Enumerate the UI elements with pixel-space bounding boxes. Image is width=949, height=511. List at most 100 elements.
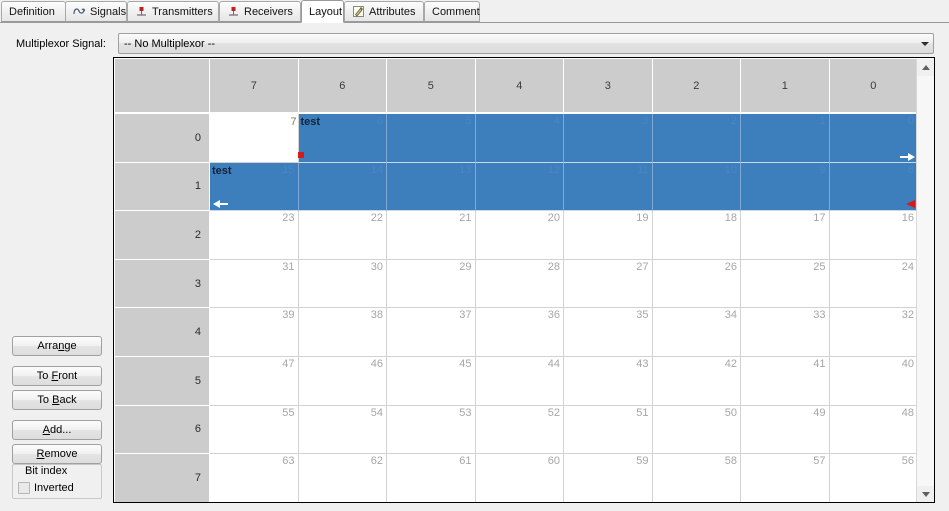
- grid-cell[interactable]: 26: [652, 259, 741, 309]
- grid-cell[interactable]: 61: [387, 454, 476, 502]
- grid-cell[interactable]: 33: [741, 308, 830, 357]
- signal-name-label[interactable]: test: [212, 165, 232, 177]
- grid-cell[interactable]: 44: [475, 357, 564, 406]
- grid-cell[interactable]: 28: [475, 259, 564, 309]
- layout-grid[interactable]: 7 6 5 4 3 2 1 0 0 6 5 4 3 2 1 0 1 15 14 13 12 11 10 9 8 2 23 22 21 20…: [113, 57, 935, 503]
- grid-row-header-4[interactable]: 4: [115, 308, 210, 357]
- grid-cell[interactable]: 11: [564, 162, 653, 212]
- grid-cell[interactable]: 39: [210, 308, 299, 357]
- to-back-button[interactable]: To Back: [12, 390, 102, 410]
- grid-cell[interactable]: 34: [652, 308, 741, 357]
- grid-column-header-2[interactable]: 2: [652, 59, 741, 113]
- grid-cell[interactable]: [210, 114, 299, 163]
- grid-cell[interactable]: 5: [387, 114, 476, 163]
- grid-cell[interactable]: 53: [387, 405, 476, 455]
- grid-column-header-0[interactable]: 0: [829, 59, 918, 113]
- grid-cell[interactable]: 58: [652, 454, 741, 502]
- grid-row-header-2[interactable]: 2: [115, 211, 210, 260]
- grid-vertical-scrollbar[interactable]: [916, 59, 934, 502]
- grid-cell[interactable]: 32: [829, 308, 918, 357]
- grid-cell[interactable]: 13: [387, 162, 476, 212]
- grid-cell[interactable]: 41: [741, 357, 830, 406]
- grid-column-header-4[interactable]: 4: [475, 59, 564, 113]
- signal-name-label[interactable]: test: [301, 117, 321, 128]
- grid-cell[interactable]: 36: [475, 308, 564, 357]
- tab-signals[interactable]: Signals: [65, 1, 127, 22]
- grid-column-header-6[interactable]: 6: [298, 59, 387, 113]
- grid-cell[interactable]: 54: [298, 405, 387, 455]
- grid-cell[interactable]: 47: [210, 357, 299, 406]
- grid-cell[interactable]: 16: [829, 211, 918, 260]
- grid-cell[interactable]: 9: [741, 162, 830, 212]
- scroll-down-arrow-icon[interactable]: [917, 486, 934, 502]
- grid-cell[interactable]: 51: [564, 405, 653, 455]
- signal-end-marker-red-arrow[interactable]: [906, 200, 915, 209]
- grid-cell[interactable]: 1: [741, 114, 830, 163]
- tab-receivers[interactable]: Receivers: [219, 1, 301, 22]
- grid-cell[interactable]: 4: [475, 114, 564, 163]
- grid-cell[interactable]: 19: [564, 211, 653, 260]
- tab-layout[interactable]: Layout: [301, 0, 344, 23]
- grid-cell[interactable]: 49: [741, 405, 830, 455]
- grid-cell[interactable]: 21: [387, 211, 476, 260]
- grid-cell[interactable]: 37: [387, 308, 476, 357]
- grid-cell[interactable]: 63: [210, 454, 299, 502]
- grid-cell[interactable]: 14: [298, 162, 387, 212]
- grid-cell[interactable]: 12: [475, 162, 564, 212]
- grid-cell[interactable]: 43: [564, 357, 653, 406]
- grid-cell[interactable]: 18: [652, 211, 741, 260]
- scroll-up-arrow-icon[interactable]: [917, 59, 934, 76]
- grid-cell[interactable]: 17: [741, 211, 830, 260]
- grid-cell[interactable]: 22: [298, 211, 387, 260]
- grid-cell[interactable]: 20: [475, 211, 564, 260]
- signal-start-marker-red-square[interactable]: [297, 152, 304, 158]
- grid-cell[interactable]: 10: [652, 162, 741, 212]
- grid-cell[interactable]: 27: [564, 259, 653, 309]
- arrange-button[interactable]: Arrange: [12, 336, 102, 356]
- chevron-down-icon[interactable]: [916, 34, 933, 53]
- scrollbar-track[interactable]: [917, 76, 934, 486]
- grid-row-header-3[interactable]: 3: [115, 259, 210, 309]
- tab-transmitters[interactable]: Transmitters: [127, 1, 219, 22]
- grid-row-header-5[interactable]: 5: [115, 357, 210, 406]
- grid-cell[interactable]: 25: [741, 259, 830, 309]
- checkbox-icon[interactable]: [18, 482, 30, 494]
- grid-cell[interactable]: 56: [829, 454, 918, 502]
- grid-cell[interactable]: 45: [387, 357, 476, 406]
- remove-button[interactable]: Remove: [12, 444, 102, 464]
- grid-row-header-0[interactable]: 0: [115, 114, 210, 163]
- grid-cell[interactable]: 24: [829, 259, 918, 309]
- tab-attributes[interactable]: Attributes: [344, 1, 424, 22]
- grid-row-header-7[interactable]: 7: [115, 454, 210, 502]
- grid-cell[interactable]: 35: [564, 308, 653, 357]
- tab-definition[interactable]: Definition: [1, 1, 66, 22]
- add-button[interactable]: Add...: [12, 420, 102, 440]
- grid-cell[interactable]: 38: [298, 308, 387, 357]
- grid-cell[interactable]: 2: [652, 114, 741, 163]
- tab-comment[interactable]: Comment: [424, 1, 480, 22]
- grid-cell[interactable]: 8: [829, 162, 918, 212]
- grid-cell[interactable]: 52: [475, 405, 564, 455]
- grid-cell[interactable]: 42: [652, 357, 741, 406]
- grid-cell[interactable]: 60: [475, 454, 564, 502]
- grid-cell[interactable]: 40: [829, 357, 918, 406]
- grid-row-header-1[interactable]: 1: [115, 162, 210, 212]
- grid-cell[interactable]: 59: [564, 454, 653, 502]
- grid-column-header-3[interactable]: 3: [564, 59, 653, 113]
- grid-cell[interactable]: 50: [652, 405, 741, 455]
- grid-cell[interactable]: 23: [210, 211, 299, 260]
- grid-cell[interactable]: 55: [210, 405, 299, 455]
- signal-end-arrow-white-right[interactable]: [908, 152, 915, 161]
- grid-cell[interactable]: 3: [564, 114, 653, 163]
- grid-cell[interactable]: 31: [210, 259, 299, 309]
- grid-cell[interactable]: 29: [387, 259, 476, 309]
- grid-cell[interactable]: 62: [298, 454, 387, 502]
- grid-column-header-7[interactable]: 7: [210, 59, 299, 113]
- grid-row-header-6[interactable]: 6: [115, 405, 210, 455]
- grid-column-header-1[interactable]: 1: [741, 59, 830, 113]
- multiplexor-signal-combo[interactable]: -- No Multiplexor --: [118, 33, 934, 54]
- grid-cell[interactable]: 30: [298, 259, 387, 309]
- grid-cell[interactable]: 46: [298, 357, 387, 406]
- grid-column-header-5[interactable]: 5: [387, 59, 476, 113]
- bit-index-inverted-checkbox[interactable]: Inverted: [18, 482, 74, 494]
